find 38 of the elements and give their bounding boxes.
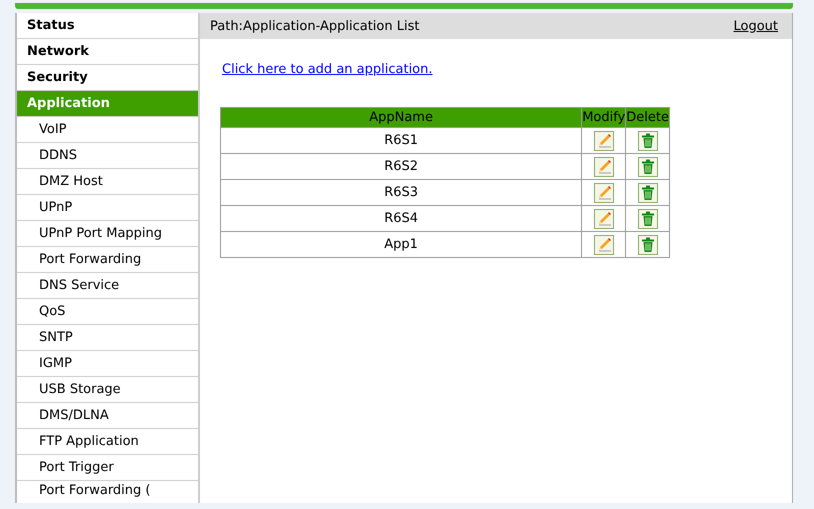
sidebar-item[interactable]: FTP Application	[17, 429, 198, 455]
table-cell: R6S2	[220, 154, 582, 180]
trash-icon[interactable]	[638, 156, 658, 176]
table-cell: R6S3	[220, 180, 582, 206]
sidebar-item[interactable]: USB Storage	[17, 377, 198, 403]
sidebar-item[interactable]: Port Forwarding	[17, 247, 198, 273]
sidebar-item[interactable]: DDNS	[17, 143, 198, 169]
add-application-link[interactable]: Click here to add an application.	[222, 62, 433, 77]
trash-icon[interactable]	[638, 208, 658, 228]
table-cell: App1	[220, 232, 582, 258]
sidebar-item[interactable]: DNS Service	[17, 273, 198, 299]
sidebar-item[interactable]: SNTP	[17, 325, 198, 351]
trash-icon[interactable]	[638, 234, 658, 254]
sidebar-item[interactable]: IGMP	[17, 351, 198, 377]
sidebar-item[interactable]: Port Trigger	[17, 455, 198, 481]
sidebar-item[interactable]: QoS	[17, 299, 198, 325]
pencil-icon[interactable]	[594, 130, 614, 150]
trash-icon[interactable]	[638, 130, 658, 150]
pencil-icon[interactable]	[594, 156, 614, 176]
sidebar-item[interactable]: UPnP	[17, 195, 198, 221]
trash-icon[interactable]	[638, 182, 658, 202]
sidebar-item[interactable]: VoIP	[17, 117, 198, 143]
table-cell: R6S4	[220, 206, 582, 232]
pencil-icon[interactable]	[594, 234, 614, 254]
pencil-icon[interactable]	[594, 208, 614, 228]
breadcrumb-path: Path:Application-Application List	[210, 18, 420, 34]
sidebar-item[interactable]: DMS/DLNA	[17, 403, 198, 429]
pencil-icon[interactable]	[594, 182, 614, 202]
column-header: Modify	[582, 108, 626, 128]
sidebar-item[interactable]: UPnP Port Mapping	[17, 221, 198, 247]
column-header: Delete	[626, 108, 670, 128]
table-cell: R6S1	[220, 128, 582, 154]
sidebar-item[interactable]: DMZ Host	[17, 169, 198, 195]
sidebar-item[interactable]: Port Forwarding (	[17, 481, 198, 502]
column-header: AppName	[220, 108, 582, 128]
sidebar-item[interactable]: Network	[17, 39, 198, 65]
logout-link[interactable]: Logout	[733, 18, 778, 34]
sidebar-item[interactable]: Status	[17, 13, 198, 39]
